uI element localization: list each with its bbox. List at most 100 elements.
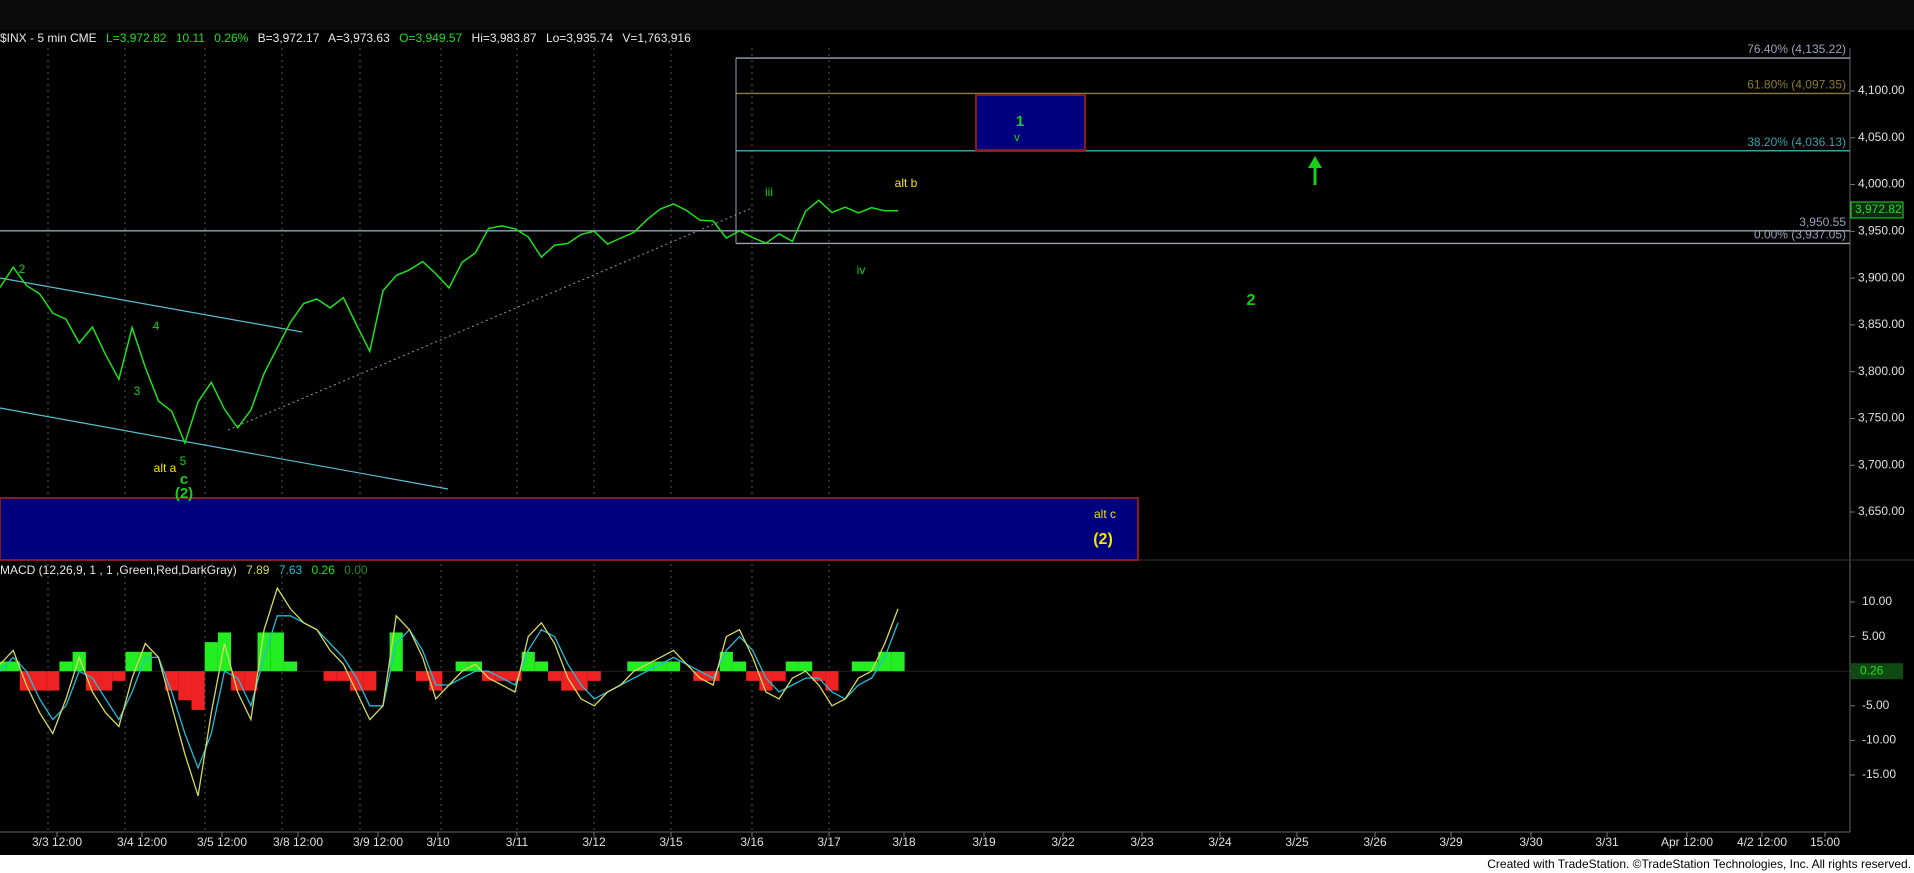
macd-histogram-bar — [204, 642, 218, 672]
y-tick-label: 3,650.00 — [1858, 504, 1905, 518]
x-tick-label: Apr 12:00 — [1661, 835, 1713, 849]
x-tick-label: 3/16 — [740, 835, 764, 849]
x-tick-label: 3/17 — [817, 835, 841, 849]
macd-y-tick-label: 10.00 — [1862, 594, 1892, 608]
x-tick-label: 15:00 — [1810, 835, 1840, 849]
macd-histogram-bar — [627, 661, 641, 672]
y-tick-label: 3,750.00 — [1858, 411, 1905, 425]
wave-label: alt a — [154, 461, 177, 475]
macd-histogram-bar — [851, 661, 865, 672]
x-tick-label: 3/18 — [892, 835, 916, 849]
y-tick-label: 4,100.00 — [1858, 83, 1905, 97]
macd-histogram-bar — [178, 671, 192, 701]
wave-label: v — [1014, 130, 1020, 144]
macd-histogram-bar — [772, 671, 786, 681]
x-tick-label: 3/15 — [659, 835, 683, 849]
chart-canvas[interactable]: 76.40% (4,135.22) 61.80% (4,097.35) 38.20%… — [0, 0, 1914, 855]
macd-y-tick-label: 5.00 — [1862, 629, 1886, 643]
x-tick-label: 3/3 12:00 — [32, 835, 82, 849]
y-tick-label: 4,050.00 — [1858, 130, 1905, 144]
macd-histogram-bar — [455, 661, 469, 672]
wave-label: iii — [765, 185, 773, 199]
wave-label: 3 — [134, 384, 141, 398]
macd-histogram-bar — [125, 651, 139, 672]
wave-label: (2) — [1093, 531, 1113, 548]
macd-histogram-bar — [534, 661, 549, 672]
fib-level-label: 3,950.55 — [1799, 215, 1846, 229]
x-tick-label: 3/8 12:00 — [273, 835, 323, 849]
y-tick-label: 3,900.00 — [1858, 270, 1905, 284]
macd-histogram-bar — [574, 671, 588, 691]
x-tick-label: 3/10 — [426, 835, 450, 849]
y-tick-label: 3,850.00 — [1858, 317, 1905, 331]
macd-histogram-bar — [798, 661, 813, 672]
macd-histogram-bar — [99, 671, 113, 691]
x-tick-label: 3/22 — [1051, 835, 1075, 849]
wave-label: alt b — [895, 176, 918, 190]
wave-label: 5 — [180, 454, 187, 468]
macd-line — [0, 586, 899, 796]
y-tick-label: 3,800.00 — [1858, 364, 1905, 378]
macd-histogram-bar — [878, 651, 892, 672]
wave-label: 4 — [153, 319, 160, 333]
y-tick-label: 4,000.00 — [1858, 177, 1905, 191]
macd-histogram-bar — [891, 651, 905, 672]
wave-1-target-box — [975, 94, 1086, 151]
x-tick-label: 3/26 — [1363, 835, 1387, 849]
macd-last-label: 0.26 — [1860, 663, 1884, 677]
x-tick-label: 4/2 12:00 — [1737, 835, 1787, 849]
fib-level-label: 61.80% (4,097.35) — [1747, 77, 1846, 91]
up-arrow-icon — [1308, 156, 1322, 168]
fib-level-label: 38.20% (4,036.13) — [1747, 135, 1846, 149]
macd-histogram-bar — [283, 661, 298, 672]
macd-histogram-bar — [561, 671, 575, 691]
macd-histogram-bar — [112, 671, 126, 681]
x-tick-label: 3/25 — [1285, 835, 1309, 849]
last-price-label: 3,972.82 — [1855, 202, 1902, 216]
macd-histogram-bar — [270, 632, 284, 672]
macd-histogram-bar — [46, 671, 60, 691]
wave-label: 1 — [1016, 113, 1024, 130]
price-series-line — [0, 199, 898, 446]
x-tick-label: 3/9 12:00 — [353, 835, 403, 849]
macd-histogram-bar — [191, 671, 205, 710]
macd-y-tick-label: -15.00 — [1862, 767, 1896, 781]
wave-label: alt c — [1094, 507, 1116, 521]
y-tick-label: 3,700.00 — [1858, 457, 1905, 471]
x-tick-label: 3/23 — [1130, 835, 1154, 849]
fib-level-label: 0.00% (3,937.05) — [1754, 227, 1846, 241]
x-tick-label: 3/30 — [1519, 835, 1543, 849]
x-tick-label: 3/12 — [582, 835, 606, 849]
macd-histogram-bar — [785, 661, 799, 672]
macd-histogram-bar — [548, 671, 562, 681]
channel-upper-line — [0, 277, 303, 333]
channel-lower-line — [0, 407, 449, 490]
macd-histogram-bar — [746, 671, 760, 681]
macd-y-tick-label: -5.00 — [1862, 698, 1890, 712]
macd-histogram-bar — [363, 671, 377, 691]
wave-label: 2 — [1247, 292, 1256, 309]
wave-label: (2) — [175, 485, 193, 502]
fib-level-label: 76.40% (4,135.22) — [1747, 42, 1846, 56]
x-tick-label: 3/24 — [1208, 835, 1232, 849]
x-tick-label: 3/29 — [1439, 835, 1463, 849]
macd-histogram-bar — [33, 671, 47, 691]
wave-label: 2 — [19, 262, 26, 276]
macd-histogram-bar — [59, 661, 73, 672]
x-tick-label: 3/31 — [1595, 835, 1619, 849]
wave-label: iv — [857, 263, 866, 277]
macd-histogram-bar — [666, 661, 681, 672]
macd-signal-line — [0, 615, 899, 770]
macd-histogram-bar — [323, 671, 337, 681]
macd-y-tick-label: -10.00 — [1862, 733, 1896, 747]
macd-histogram-bar — [732, 661, 747, 672]
x-tick-label: 3/11 — [506, 835, 529, 849]
alt-c-target-box — [0, 497, 1139, 561]
x-tick-label: 3/19 — [972, 835, 996, 849]
y-tick-label: 3,950.00 — [1858, 224, 1905, 238]
x-tick-label: 3/5 12:00 — [197, 835, 247, 849]
footer-bar: Created with TradeStation. ©TradeStation… — [0, 855, 1914, 873]
x-tick-label: 3/4 12:00 — [117, 835, 167, 849]
copyright-text: Created with TradeStation. ©TradeStation… — [1487, 857, 1911, 871]
macd-histogram-bar — [587, 671, 601, 681]
